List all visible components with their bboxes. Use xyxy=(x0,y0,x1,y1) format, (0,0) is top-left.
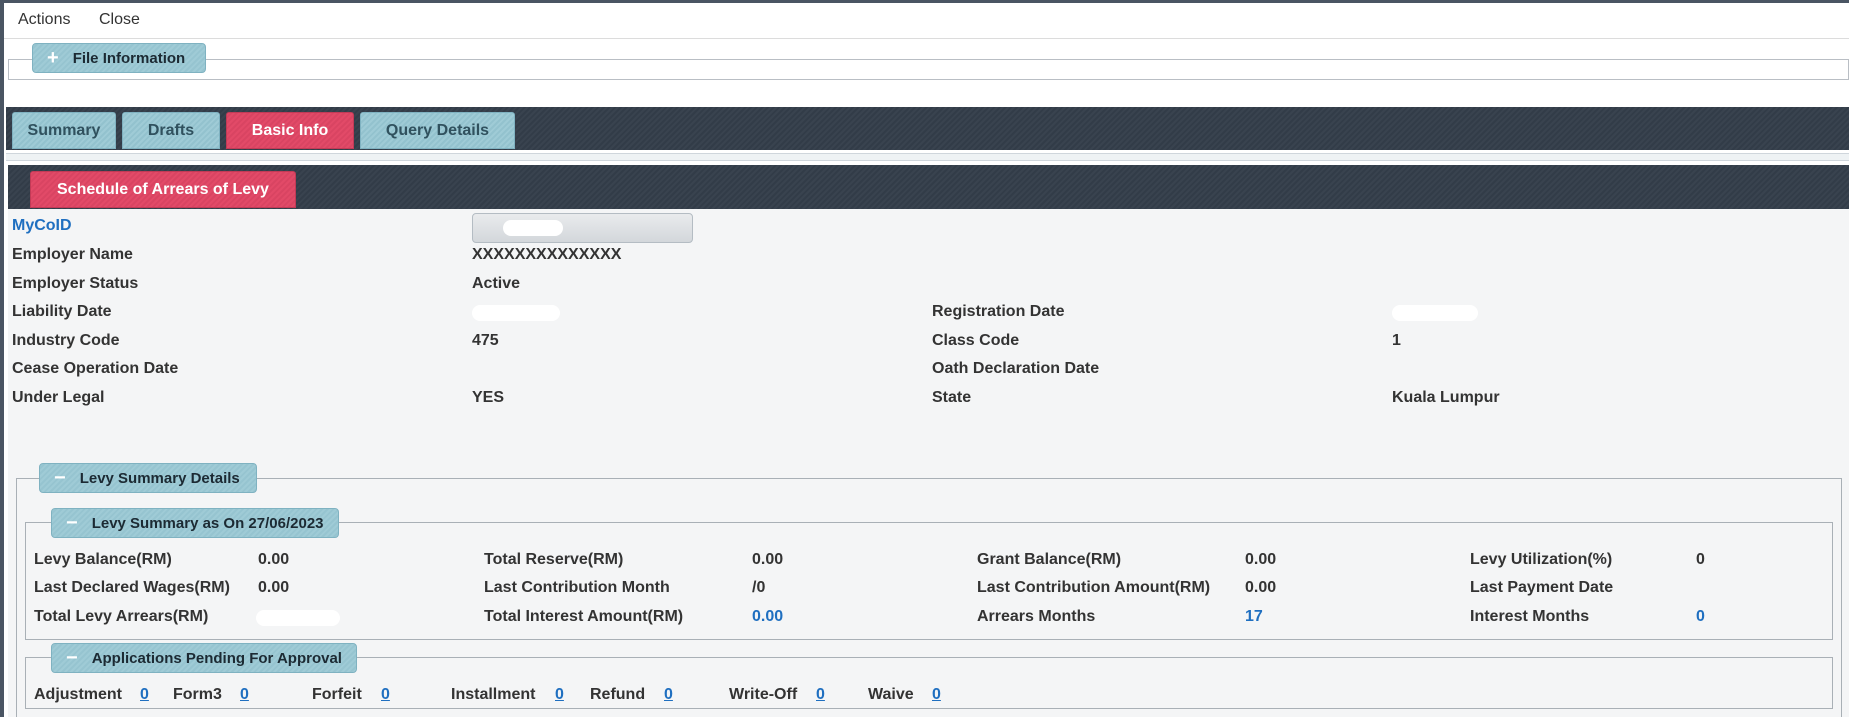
app-window: Actions Close + File Information Summary… xyxy=(0,0,1849,717)
mycoid-label[interactable]: MyCoID xyxy=(12,217,72,235)
under-legal-label: Under Legal xyxy=(12,389,105,406)
tab-query-details[interactable]: Query Details xyxy=(360,112,515,149)
employer-status-label: Employer Status xyxy=(12,275,139,292)
last-contribution-month-value: /0 xyxy=(752,579,766,596)
levy-balance-label: Levy Balance(RM) xyxy=(34,551,172,568)
liability-date-label: Liability Date xyxy=(12,303,112,320)
tab-divider xyxy=(6,153,1849,161)
state-value: Kuala Lumpur xyxy=(1392,389,1500,406)
class-code-label: Class Code xyxy=(932,332,1020,349)
oath-declaration-label: Oath Declaration Date xyxy=(932,360,1100,377)
menu-bar: Actions Close xyxy=(4,3,1849,39)
tab-drafts[interactable]: Drafts xyxy=(122,112,220,149)
arrears-months-label: Arrears Months xyxy=(977,608,1096,625)
state-label: State xyxy=(932,389,972,406)
last-declared-wages-value: 0.00 xyxy=(258,579,290,596)
industry-code-label: Industry Code xyxy=(12,332,120,349)
levy-summary-toggle[interactable]: − Levy Summary as On 27/06/2023 xyxy=(51,508,339,538)
last-contribution-amount-value: 0.00 xyxy=(1245,579,1277,596)
waive-count-link[interactable]: 0 xyxy=(932,686,941,704)
levy-utilization-value: 0 xyxy=(1696,551,1705,568)
file-information-fieldset xyxy=(8,59,1849,80)
write-off-label: Write-Off xyxy=(729,686,798,703)
file-information-toggle[interactable]: + File Information xyxy=(32,43,206,73)
last-payment-date-label: Last Payment Date xyxy=(1470,579,1614,596)
grant-balance-value: 0.00 xyxy=(1245,551,1277,568)
interest-months-link[interactable]: 0 xyxy=(1696,608,1705,626)
file-information-label: File Information xyxy=(72,49,186,67)
last-contribution-amount-label: Last Contribution Amount(RM) xyxy=(977,579,1211,596)
minus-icon: − xyxy=(54,467,66,489)
industry-code-value: 475 xyxy=(472,332,499,349)
last-declared-wages-label: Last Declared Wages(RM) xyxy=(34,579,230,596)
forfeit-label: Forfeit xyxy=(312,686,362,703)
total-reserve-value: 0.00 xyxy=(752,551,784,568)
employer-name-label: Employer Name xyxy=(12,246,133,263)
installment-label: Installment xyxy=(451,686,536,703)
form3-count-link[interactable]: 0 xyxy=(240,686,249,704)
cease-operation-label: Cease Operation Date xyxy=(12,360,179,377)
actions-menu[interactable]: Actions xyxy=(18,11,70,29)
registration-date-label: Registration Date xyxy=(932,303,1065,320)
redacted-liability-date xyxy=(472,305,560,321)
total-reserve-label: Total Reserve(RM) xyxy=(484,551,624,568)
last-contribution-month-label: Last Contribution Month xyxy=(484,579,670,596)
levy-summary-details-label: Levy Summary Details xyxy=(79,469,240,487)
levy-utilization-label: Levy Utilization(%) xyxy=(1470,551,1613,568)
employer-name-value: XXXXXXXXXXXXXX xyxy=(472,246,622,263)
arrears-months-link[interactable]: 17 xyxy=(1245,608,1263,626)
waive-label: Waive xyxy=(868,686,914,703)
installment-count-link[interactable]: 0 xyxy=(555,686,564,704)
forfeit-count-link[interactable]: 0 xyxy=(381,686,390,704)
plus-icon: + xyxy=(47,47,59,69)
pending-applications-toggle[interactable]: − Applications Pending For Approval xyxy=(51,643,357,673)
write-off-count-link[interactable]: 0 xyxy=(816,686,825,704)
under-legal-value: YES xyxy=(472,389,505,406)
section-title-tab[interactable]: Schedule of Arrears of Levy xyxy=(30,171,296,208)
redacted-registration-date xyxy=(1392,305,1478,321)
tab-summary[interactable]: Summary xyxy=(12,112,116,149)
total-interest-link[interactable]: 0.00 xyxy=(752,608,783,626)
employer-status-value: Active xyxy=(472,275,521,292)
interest-months-label: Interest Months xyxy=(1470,608,1590,625)
minus-icon: − xyxy=(66,512,78,534)
adjustment-count-link[interactable]: 0 xyxy=(140,686,149,704)
redacted-total-levy-arrears xyxy=(256,610,340,626)
tab-bar: Summary Drafts Basic Info Query Details xyxy=(6,107,1849,150)
form3-label: Form3 xyxy=(173,686,222,703)
grant-balance-label: Grant Balance(RM) xyxy=(977,551,1122,568)
refund-label: Refund xyxy=(590,686,646,703)
mycoid-field[interactable] xyxy=(472,213,693,243)
total-interest-label: Total Interest Amount(RM) xyxy=(484,608,684,625)
levy-summary-label: Levy Summary as On 27/06/2023 xyxy=(91,514,324,532)
refund-count-link[interactable]: 0 xyxy=(664,686,673,704)
levy-balance-value: 0.00 xyxy=(258,551,290,568)
close-menu[interactable]: Close xyxy=(99,11,140,29)
class-code-value: 1 xyxy=(1392,332,1401,349)
levy-summary-details-toggle[interactable]: − Levy Summary Details xyxy=(39,463,257,493)
total-levy-arrears-label: Total Levy Arrears(RM) xyxy=(34,608,209,625)
section-bar: Schedule of Arrears of Levy xyxy=(8,165,1849,209)
pending-applications-label: Applications Pending For Approval xyxy=(91,649,342,667)
adjustment-label: Adjustment xyxy=(34,686,122,703)
redacted-mycoid xyxy=(503,220,563,236)
basic-info-panel: MyCoID Employer Name XXXXXXXXXXXXXX Empl… xyxy=(8,209,1849,717)
tab-basic-info[interactable]: Basic Info xyxy=(226,112,354,149)
minus-icon: − xyxy=(66,647,78,669)
